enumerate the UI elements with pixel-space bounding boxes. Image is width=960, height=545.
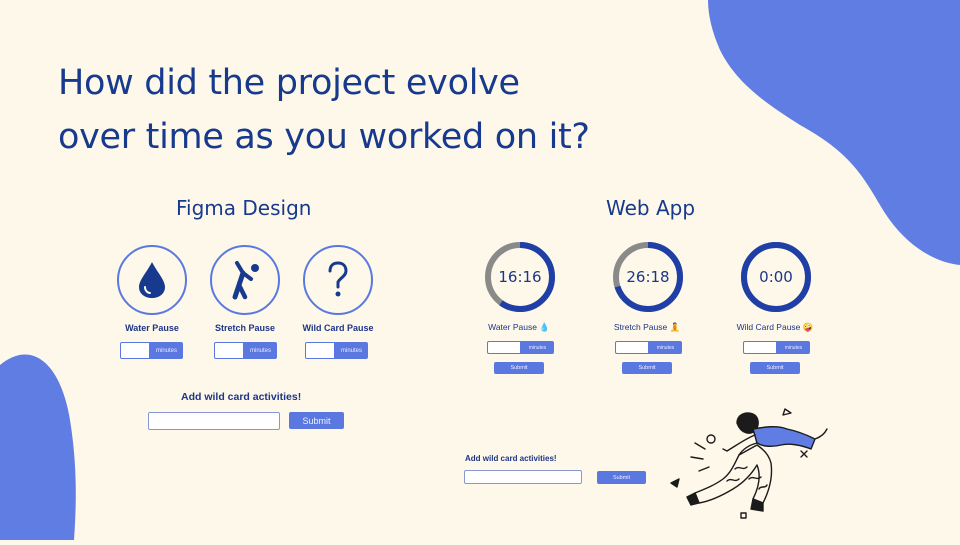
minutes-unit: minutes [649, 341, 682, 354]
jumping-person-illustration [670, 408, 828, 519]
wild-card-pause-label: Wild Card Pause [302, 323, 374, 333]
top-right-blob [708, 0, 960, 265]
timer-time: 26:18 [626, 268, 670, 286]
water-minutes-input[interactable] [120, 342, 150, 359]
water-pause-label: Water Pause [125, 323, 179, 333]
heading-line-1: How did the project evolve [58, 63, 520, 103]
web-timer-submit-button[interactable]: Submit [494, 362, 544, 374]
web-minutes-field[interactable]: minutes [615, 341, 682, 354]
web-timer-label: Wild Card Pause 🤪 [736, 322, 814, 332]
figma-activity-input[interactable] [148, 412, 280, 430]
minutes-unit: minutes [521, 341, 554, 354]
web-minutes-input[interactable] [615, 341, 649, 354]
web-minutes-input[interactable] [487, 341, 521, 354]
figma-submit-button[interactable]: Submit [289, 412, 344, 429]
web-minutes-input[interactable] [743, 341, 777, 354]
web-minutes-field[interactable]: minutes [743, 341, 810, 354]
question-mark-icon [328, 261, 348, 297]
wild-card-pause-button[interactable] [303, 245, 373, 315]
web-timer: 0:00 [740, 241, 812, 313]
web-timer-submit-button[interactable]: Submit [622, 362, 672, 374]
stretch-minutes-input[interactable] [214, 342, 244, 359]
web-timer: 16:16 [484, 241, 556, 313]
minutes-unit: minutes [777, 341, 810, 354]
web-app-title: Web App [606, 196, 696, 220]
web-submit-button[interactable]: Submit [597, 471, 646, 484]
web-timer-label: Water Pause 💧 [488, 322, 550, 332]
web-timer-label: Stretch Pause 🧘 [613, 322, 681, 332]
web-timer: 26:18 [612, 241, 684, 313]
minutes-unit: minutes [335, 342, 368, 359]
timer-time: 16:16 [498, 268, 542, 286]
water-drop-icon [139, 262, 165, 298]
stretch-pause-label: Stretch Pause [214, 323, 276, 333]
stretch-person-icon [232, 261, 259, 300]
minutes-unit: minutes [244, 342, 277, 359]
bottom-left-blob [0, 354, 76, 540]
web-timer-submit-button[interactable]: Submit [750, 362, 800, 374]
figma-design-title: Figma Design [176, 196, 312, 220]
web-activity-input[interactable] [464, 470, 582, 484]
heading-line-2: over time as you worked on it? [58, 117, 590, 157]
water-pause-button[interactable] [117, 245, 187, 315]
web-minutes-field[interactable]: minutes [487, 341, 554, 354]
timer-time: 0:00 [759, 268, 793, 286]
wild-card-minutes-input[interactable] [305, 342, 335, 359]
stretch-pause-button[interactable] [210, 245, 280, 315]
figma-add-activities-label: Add wild card activities! [181, 391, 302, 403]
slide-heading: How did the project evolve over time as … [58, 56, 658, 164]
web-add-activities-label: Add wild card activities! [465, 454, 557, 463]
wild-card-minutes-field[interactable]: minutes [305, 342, 461, 359]
minutes-unit: minutes [150, 342, 183, 359]
